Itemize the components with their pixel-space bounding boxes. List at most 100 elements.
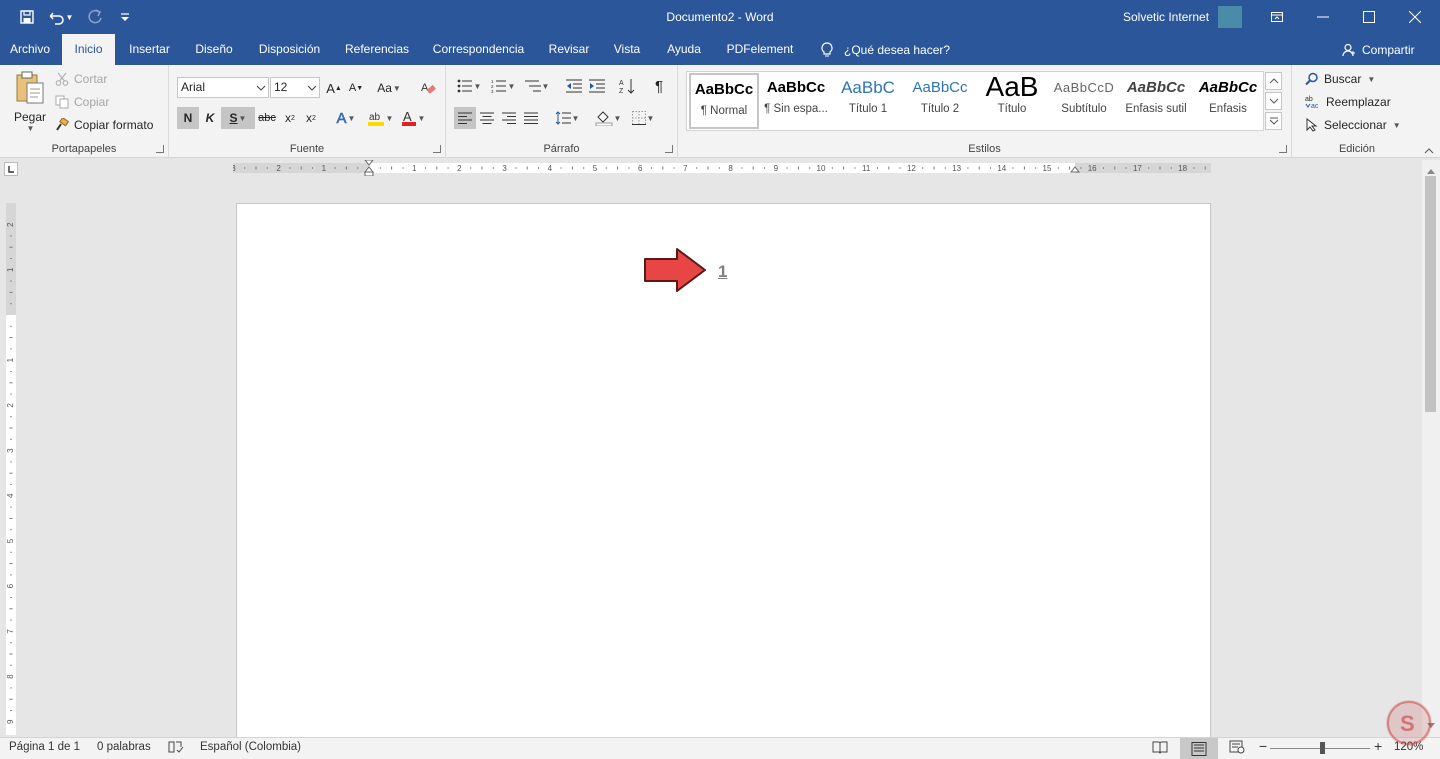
styles-scroll-up-button[interactable] (1265, 72, 1282, 90)
numbering-button[interactable]: 1 2 3 ▼ (488, 75, 518, 97)
customize-toolbar-button[interactable] (112, 6, 138, 28)
shrink-font-button[interactable]: A ▼ (345, 77, 367, 99)
read-mode-button[interactable] (1152, 740, 1168, 757)
print-layout-button[interactable] (1180, 738, 1218, 759)
align-right-button[interactable] (498, 107, 520, 129)
format-painter-button[interactable]: Copiar formato (55, 115, 153, 135)
language-status[interactable]: Español (Colombia) (200, 741, 301, 753)
tab-inicio[interactable]: Inicio (62, 34, 115, 65)
show-marks-button[interactable]: ¶ (648, 75, 670, 97)
copy-button[interactable]: Copiar (55, 92, 109, 112)
font-size-combo[interactable]: 12 (270, 77, 320, 98)
subscript-button[interactable]: x2 (279, 107, 301, 129)
style-titulo-2[interactable]: AaBbCc Título 2 (905, 73, 975, 129)
decrease-indent-button[interactable] (563, 75, 585, 97)
align-center-button[interactable] (476, 107, 498, 129)
scrollbar-thumb[interactable] (1425, 176, 1436, 412)
tab-vista[interactable]: Vista (606, 34, 648, 65)
vertical-scrollbar[interactable] (1422, 160, 1440, 737)
tab-diseno[interactable]: Diseño (186, 34, 242, 65)
tab-ayuda[interactable]: Ayuda (658, 34, 710, 65)
avatar[interactable] (1218, 6, 1242, 28)
clear-formatting-button[interactable]: A (417, 77, 439, 99)
left-indent-icon[interactable] (364, 171, 374, 176)
multilevel-list-button[interactable]: ▼ (522, 75, 552, 97)
style-name: ¶ Sin espa... (764, 103, 828, 115)
find-button[interactable]: Buscar ▼ (1305, 69, 1375, 89)
document-page[interactable] (236, 203, 1211, 743)
tab-disposicion[interactable]: Disposición (250, 34, 329, 65)
page-count-status[interactable]: Página 1 de 1 (9, 741, 80, 753)
font-launcher-icon[interactable] (433, 145, 441, 153)
close-button[interactable] (1392, 0, 1438, 34)
style-subtitulo[interactable]: AaBbCcD Subtítulo (1049, 73, 1119, 129)
style-titulo[interactable]: AaB Título (977, 73, 1047, 129)
chevron-up-icon (1427, 169, 1435, 174)
text-effects-button[interactable]: A ▼ (331, 107, 361, 129)
increase-indent-button[interactable] (586, 75, 608, 97)
strikethrough-button[interactable]: abc (256, 107, 278, 129)
shading-button[interactable]: ▼ (592, 107, 624, 129)
ribbon-display-options-button[interactable] (1254, 0, 1300, 34)
web-layout-button[interactable] (1229, 740, 1245, 757)
bullets-button[interactable]: ▼ (454, 75, 484, 97)
ruler-label: 8 (6, 674, 15, 679)
styles-scroll-down-button[interactable] (1265, 92, 1282, 110)
font-name-combo[interactable]: Arial (177, 77, 269, 98)
tab-revisar[interactable]: Revisar (542, 34, 596, 65)
align-left-button[interactable] (454, 107, 476, 129)
horizontal-ruler[interactable]: 3 2 1 1 2 3 4 5 6 7 8 9 10 11 12 13 14 15 16 17 18 (233, 160, 1211, 176)
share-button[interactable]: Compartir (1342, 34, 1415, 65)
line-spacing-button[interactable]: ▼ (552, 107, 582, 129)
undo-button[interactable]: ▼ (44, 6, 78, 28)
zoom-slider-thumb[interactable] (1320, 742, 1325, 754)
zoom-in-button[interactable]: + (1374, 738, 1382, 754)
style-enfasis-sutil[interactable]: AaBbCc Énfasis sutil (1121, 73, 1191, 129)
tab-insertar[interactable]: Insertar (119, 34, 180, 65)
word-count-status[interactable]: 0 palabras (97, 741, 151, 753)
select-button[interactable]: Seleccionar ▼ (1305, 115, 1401, 135)
tab-archivo[interactable]: Archivo (0, 34, 60, 65)
font-color-button[interactable]: A ▼ (398, 107, 428, 129)
tab-correspondencia[interactable]: Correspondencia (425, 34, 532, 65)
clipboard-launcher-icon[interactable] (156, 145, 164, 153)
tab-selector[interactable] (4, 162, 18, 176)
tab-referencias[interactable]: Referencias (337, 34, 417, 65)
chevron-up-icon (1424, 148, 1434, 154)
paste-button[interactable]: Pegar ▼ (10, 70, 50, 136)
user-name[interactable]: Solvetic Internet (1123, 10, 1209, 24)
style-normal[interactable]: AaBbCc ¶ Normal (689, 73, 759, 129)
paragraph-launcher-icon[interactable] (665, 145, 673, 153)
title-bar: ▼ Documento2 - Word Solvetic Internet (0, 0, 1440, 34)
tab-pdfelement[interactable]: PDFelement (720, 34, 800, 65)
bold-button[interactable]: N (177, 107, 199, 129)
style-enfasis[interactable]: AaBbCc Énfasis (1193, 73, 1263, 129)
replace-button[interactable]: ab ac Reemplazar (1305, 92, 1391, 112)
borders-button[interactable]: ▼ (628, 107, 658, 129)
maximize-button[interactable] (1346, 0, 1392, 34)
style-sin-espaciado[interactable]: AaBbCc ¶ Sin espa... (761, 73, 831, 129)
zoom-out-button[interactable]: − (1259, 738, 1267, 754)
superscript-mark: 2 (312, 114, 316, 122)
collapse-ribbon-button[interactable] (1424, 144, 1434, 154)
redo-button[interactable] (82, 6, 108, 28)
justify-button[interactable] (520, 107, 542, 129)
page-number-field[interactable]: 1 (718, 262, 727, 282)
grow-font-button[interactable]: A ▲ (323, 77, 345, 99)
underline-button[interactable]: S ▼ (221, 107, 255, 129)
styles-launcher-icon[interactable] (1279, 145, 1287, 153)
proofing-status-button[interactable] (168, 740, 184, 757)
save-button[interactable] (14, 6, 40, 28)
italic-button[interactable]: K (199, 107, 221, 129)
styles-more-button[interactable] (1265, 112, 1282, 130)
change-case-button[interactable]: Aa ▼ (373, 77, 405, 99)
minimize-button[interactable] (1300, 0, 1346, 34)
cut-button[interactable]: Cortar (55, 69, 107, 89)
superscript-button[interactable]: x2 (300, 107, 322, 129)
highlight-button[interactable]: ab ▼ (364, 107, 396, 129)
svg-text:S: S (1400, 711, 1415, 736)
style-titulo-1[interactable]: AaBbC Título 1 (833, 73, 903, 129)
sort-button[interactable]: AZ (616, 75, 638, 97)
tell-me-box[interactable]: ¿Qué desea hacer? (820, 34, 950, 65)
vertical-ruler[interactable]: 2 1 1 2 3 4 5 6 7 8 9 (4, 203, 18, 735)
